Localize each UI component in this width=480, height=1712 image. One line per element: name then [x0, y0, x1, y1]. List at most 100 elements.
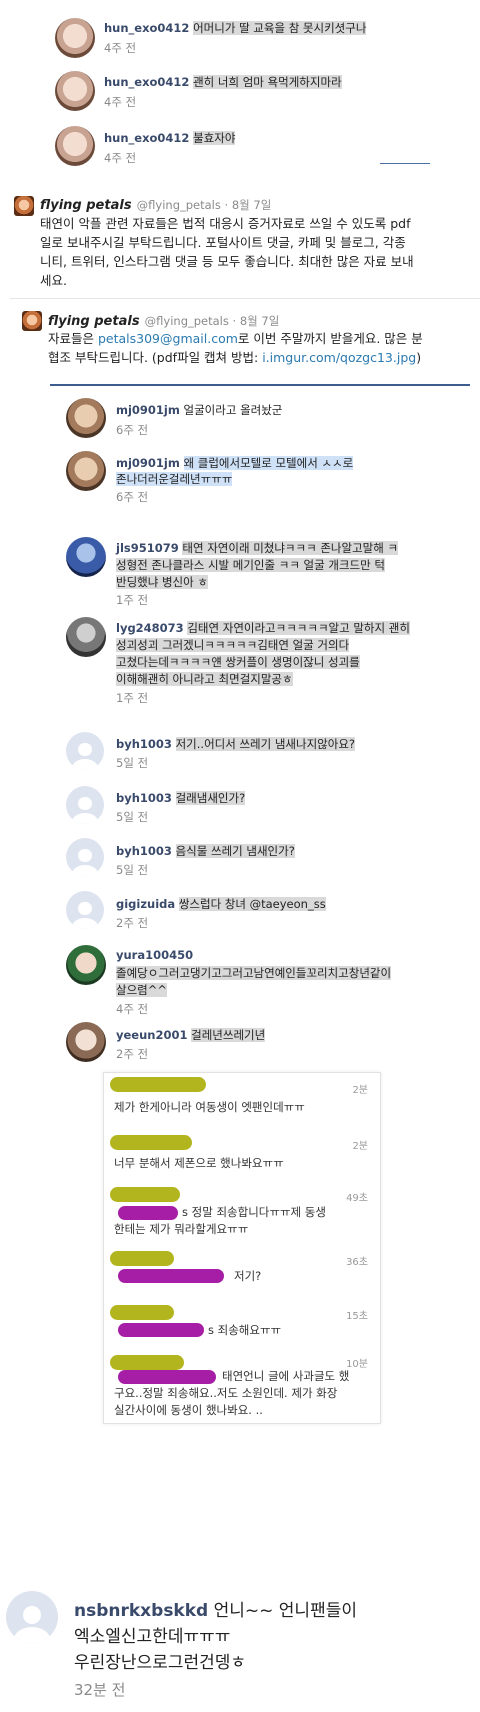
- message-time: 2분: [352, 1141, 368, 1152]
- comment-text: 우린장난으로그런건뎅ㅎ: [74, 1653, 247, 1673]
- avatar[interactable]: [55, 71, 95, 111]
- comment-username[interactable]: byh1003: [116, 844, 172, 858]
- avatar[interactable]: [55, 18, 95, 58]
- comment-text: 저기..어디서 쓰레기 냄새나지않아요?: [175, 737, 356, 751]
- avatar[interactable]: [66, 786, 104, 824]
- comment-text: 왜 클럽에서모텔로 모텔에서 ㅅㅅ로: [183, 456, 354, 470]
- redaction-mark: [110, 1305, 174, 1320]
- comment-username[interactable]: mj0901jm: [116, 456, 180, 470]
- redaction-mark: [110, 1355, 184, 1370]
- tweet-line: 자료들은 petals309@gmail.com로 이번 주말까지 받을게요. …: [48, 331, 423, 346]
- tweet-handle: @flying_petals · 8월 7일: [136, 198, 272, 212]
- comment-time: 1주 전: [116, 593, 149, 607]
- comment-text: 괜히 너희 엄마 욕먹게하지마라: [193, 75, 342, 89]
- message-text: 제가 한게아니라 여동생이 엣팬인데ㅠㅠ: [114, 1100, 305, 1114]
- comment-time: 32분 전: [74, 1681, 126, 1699]
- divider: [50, 384, 470, 386]
- divider: [10, 298, 480, 299]
- comment-text: 태연 자연이래 미쳤냐ㅋㅋㅋ 존나알고말해 ㅋ: [182, 541, 399, 555]
- comment-text: 걸레년쓰레기년: [191, 1028, 266, 1042]
- comment-username[interactable]: yura100450: [116, 948, 193, 962]
- avatar[interactable]: [66, 617, 106, 657]
- avatar[interactable]: [66, 838, 104, 876]
- comment-username[interactable]: nsbnrkxbskkd: [74, 1601, 208, 1621]
- email-link[interactable]: petals309@gmail.com: [98, 331, 238, 346]
- comment-time: 4주 전: [104, 95, 137, 109]
- message-text: s 정말 죄송합니다ㅠㅠ제 동생: [182, 1205, 326, 1219]
- comment-time: 1주 전: [116, 691, 149, 705]
- avatar[interactable]: [66, 891, 104, 929]
- comment-text: 존나더러운걸레년ㅠㅠㅠ: [116, 472, 233, 486]
- comment-time: 2주 전: [116, 916, 149, 930]
- message-text: s 죄송해요ㅠㅠ: [208, 1323, 282, 1337]
- message-time: 2분: [352, 1085, 368, 1096]
- comment-username[interactable]: mj0901jm: [116, 403, 180, 417]
- imgur-link[interactable]: i.imgur.com/qozgc13.jpg: [262, 350, 416, 365]
- avatar[interactable]: [66, 732, 104, 770]
- comment-time: 4주 전: [104, 41, 137, 55]
- comment-username[interactable]: hun_exo0412: [104, 131, 189, 145]
- tweet-author[interactable]: flying petals: [40, 198, 132, 213]
- comment-text: 엑소엘신고한데ㅠㅠㅠ: [74, 1627, 231, 1647]
- comment-text: 반딩했냐 병신아 ㅎ: [116, 575, 208, 589]
- avatar[interactable]: [66, 398, 106, 438]
- comment-text: 김태연 자연이라고ㅋㅋㅋㅋㅋ알고 말하지 괜히: [187, 621, 410, 635]
- comment-username[interactable]: hun_exo0412: [104, 75, 189, 89]
- message-text: 저기?: [234, 1269, 262, 1283]
- avatar[interactable]: [66, 945, 106, 985]
- comment-text: 얼굴이라고 올려놨군: [183, 403, 283, 417]
- redaction-mark: [110, 1135, 192, 1150]
- comment-text: 고쳤다는데ㅋㅋㅋㅋ얜 쌍커플이 생명이잖니 성괴를: [116, 655, 360, 669]
- avatar[interactable]: [14, 196, 34, 216]
- comment-time: 5일 전: [116, 756, 149, 770]
- comment-text: 성괴성괴 그러겠니ㅋㅋㅋㅋㅋ김태연 얼굴 거의다: [116, 638, 350, 652]
- redaction-mark: [118, 1370, 216, 1384]
- message-text: 실간사이에 동생이 했나봐요. ..: [114, 1403, 263, 1417]
- comment-username[interactable]: hun_exo0412: [104, 21, 189, 35]
- comment-time: 6주 전: [116, 490, 149, 504]
- tweet-line: 니티, 트위터, 인스타그램 댓글 등 모두 좋습니다. 최대한 많은 자료 보…: [40, 254, 414, 269]
- comment-time: 4주 전: [116, 1002, 149, 1016]
- redaction-mark: [118, 1323, 204, 1337]
- comment-text: 언니~~ 언니팬들이: [213, 1601, 357, 1621]
- message-text: 태연언니 글에 사과글도 했: [222, 1369, 350, 1383]
- comment-username[interactable]: lyg248073: [116, 621, 184, 635]
- redaction-mark: [110, 1077, 206, 1092]
- comment-username[interactable]: byh1003: [116, 737, 172, 751]
- avatar[interactable]: [66, 451, 106, 491]
- comment-text: 걸래냄새인가?: [175, 791, 246, 805]
- message-time: 15초: [346, 1311, 368, 1322]
- avatar[interactable]: [6, 1591, 58, 1643]
- comment-text: 살으렴^^: [116, 983, 168, 997]
- comment-username[interactable]: gigizuida: [116, 897, 175, 911]
- comment-username[interactable]: byh1003: [116, 791, 172, 805]
- comment-text: 불효자야: [193, 131, 236, 145]
- comment-text: 성형전 존나클라스 시발 메기인줄 ㅋㅋ 얼굴 개크드만 턱: [116, 558, 385, 572]
- redaction-mark: [118, 1206, 178, 1220]
- avatar[interactable]: [22, 311, 42, 331]
- redaction-mark: [118, 1269, 224, 1283]
- comment-text: 이해해괜히 아니라고 최면걸지말공ㅎ: [116, 672, 293, 686]
- tweet-line: 일로 보내주시길 부탁드립니다. 포털사이트 댓글, 카페 및 블로그, 각종: [40, 235, 406, 250]
- tweet-author[interactable]: flying petals: [48, 314, 140, 329]
- comment-username[interactable]: jls951079: [116, 541, 179, 555]
- divider: [380, 163, 430, 164]
- message-time: 36초: [346, 1257, 368, 1268]
- tweet-line: 태연이 악플 관련 자료들은 법적 대응시 증거자료로 쓰일 수 있도록 pdf: [40, 216, 411, 231]
- comment-username[interactable]: yeeun2001: [116, 1028, 187, 1042]
- tweet-line: 세요.: [40, 273, 67, 288]
- message-time: 49초: [346, 1193, 368, 1204]
- avatar[interactable]: [66, 537, 106, 577]
- comment-text: 음식물 쓰레기 냄새인가?: [175, 844, 295, 858]
- message-box: 2분 제가 한게아니라 여동생이 엣팬인데ㅠㅠ 2분 너무 분해서 제폰으로 했…: [103, 1072, 381, 1424]
- avatar[interactable]: [55, 126, 95, 166]
- avatar[interactable]: [66, 1022, 106, 1062]
- message-text: 너무 분해서 제폰으로 했나봐요ㅠㅠ: [114, 1156, 284, 1170]
- message-text: 구요..정말 죄송해요..저도 소원인데. 제가 화장: [114, 1386, 338, 1400]
- tweet-handle: @flying_petals · 8월 7일: [144, 314, 280, 328]
- comment-text: 쌍스럽다 창녀 @taeyeon_ss: [178, 897, 326, 911]
- comment-time: 5일 전: [116, 810, 149, 824]
- redaction-mark: [110, 1251, 174, 1266]
- comment-text: 어머니가 딸 교육을 참 못시키셧구나: [193, 21, 367, 35]
- comment-time: 4주 전: [104, 151, 137, 165]
